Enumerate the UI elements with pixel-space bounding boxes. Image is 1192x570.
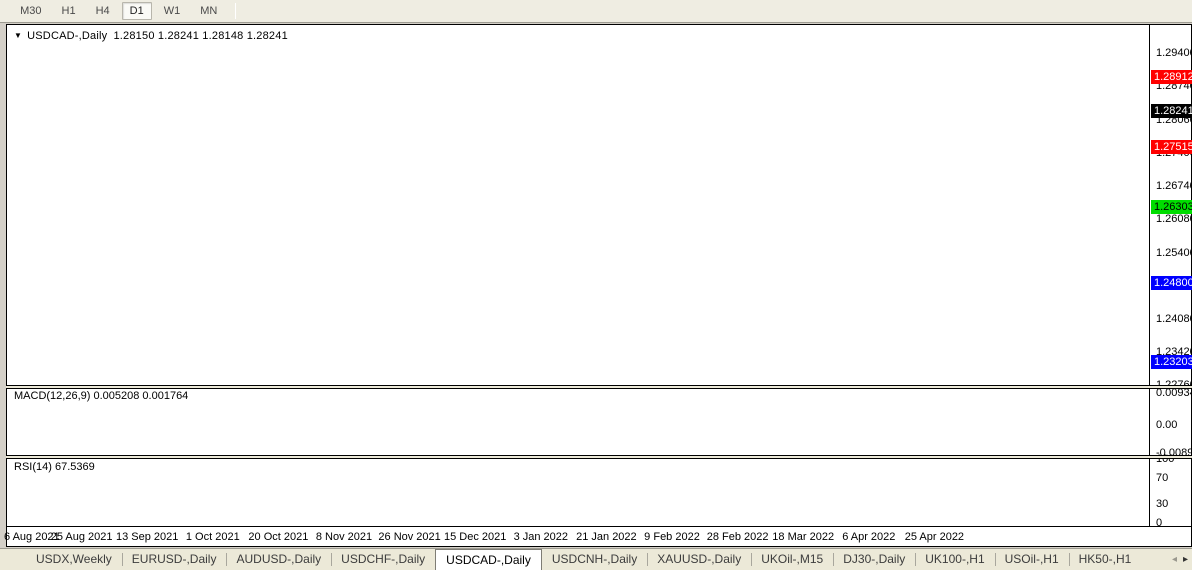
current-price-badge: 1.28241 bbox=[1151, 103, 1192, 118]
date-tick-label: 8 Nov 2021 bbox=[315, 531, 373, 543]
timeframe-button-w1[interactable]: W1 bbox=[156, 2, 189, 20]
chart-tab-usoil-h1[interactable]: USOil-,H1 bbox=[994, 549, 1069, 570]
toolbar-separator bbox=[235, 3, 237, 19]
date-tick-label: 1 Oct 2021 bbox=[185, 531, 240, 543]
level-price-badge: 1.27515 bbox=[1151, 139, 1192, 154]
macd-tick-label: 0.00 bbox=[1156, 419, 1178, 431]
rsi-value: 67.5369 bbox=[54, 461, 95, 473]
tab-scroll-buttons: ◂ ▸ bbox=[1172, 549, 1188, 570]
date-tick-label: 25 Apr 2022 bbox=[904, 531, 965, 543]
date-tick-label: 21 Jan 2022 bbox=[576, 531, 637, 543]
price-axis-border bbox=[1149, 24, 1150, 527]
rsi-pane-splitter[interactable] bbox=[6, 455, 1192, 459]
level-price-badge: 1.28912 bbox=[1151, 70, 1192, 84]
date-tick-label: 13 Sep 2021 bbox=[115, 531, 179, 543]
chart-tab-bar: USDX,Weekly EURUSD-,Daily AUDUSD-,Daily USD… bbox=[0, 548, 1192, 570]
date-tick-label: 9 Feb 2022 bbox=[644, 531, 700, 543]
date-tick-label: 28 Feb 2022 bbox=[706, 531, 769, 543]
timeframe-button-5[interactable]: 5 bbox=[0, 2, 8, 20]
terminal-window: 5M30 H1H4D1W1MN ▼ USDCAD-,Daily 1.28150 1.… bbox=[0, 0, 1192, 570]
chart-tab-dj30-daily[interactable]: DJ30-,Daily bbox=[833, 549, 915, 570]
chart-tab-usdchf-daily[interactable]: USDCHF-,Daily bbox=[331, 549, 435, 570]
date-tick-label: 18 Mar 2022 bbox=[772, 531, 835, 543]
timeframe-toolbar: 5M30 H1H4D1W1MN bbox=[0, 0, 1192, 23]
date-axis-separator bbox=[6, 526, 1192, 527]
date-tick-label: 15 Dec 2021 bbox=[443, 531, 507, 543]
rsi-name: RSI(14) bbox=[14, 461, 52, 473]
timeframe-button-m30[interactable]: M30 bbox=[12, 2, 49, 20]
macd-values: 0.005208 0.001764 bbox=[93, 390, 189, 402]
rsi-tick-label: 30 bbox=[1156, 497, 1169, 510]
timeframe-button-h1[interactable]: H1 bbox=[54, 2, 84, 20]
chart-tab-usdx-weekly[interactable]: USDX,Weekly bbox=[26, 549, 122, 570]
date-tick-label: 3 Jan 2022 bbox=[513, 531, 569, 543]
macd-name: MACD(12,26,9) bbox=[14, 390, 91, 402]
timeframe-button-d1[interactable]: D1 bbox=[121, 2, 152, 20]
chart-tab-usdcad-daily[interactable]: USDCAD-,Daily bbox=[435, 549, 542, 570]
chart-tab-ukoil-m15[interactable]: UKOil-,M15 bbox=[751, 549, 833, 570]
level-price-badge: 1.23203 bbox=[1151, 355, 1192, 370]
timeframe-button-mn[interactable]: MN bbox=[192, 2, 225, 20]
chart-tab-hk50-h1[interactable]: HK50-,H1 bbox=[1068, 549, 1142, 570]
macd-indicator-label: MACD(12,26,9) 0.005208 0.001764 bbox=[14, 390, 188, 402]
rsi-tick-label: 0 bbox=[1156, 517, 1163, 530]
chart-tab-uk100-h1[interactable]: UK100-,H1 bbox=[915, 549, 994, 570]
date-tick-label: 26 Nov 2021 bbox=[378, 531, 441, 543]
rsi-indicator-label: RSI(14) 67.5369 bbox=[14, 461, 95, 473]
chart-tab-xauusd-daily[interactable]: XAUUSD-,Daily bbox=[647, 549, 751, 570]
chart-window bbox=[6, 24, 1192, 547]
date-tick-label: 6 Apr 2022 bbox=[842, 531, 896, 543]
price-tick-label: 1.26740 bbox=[1156, 179, 1192, 192]
chart-tab-audusd-daily[interactable]: AUDUSD-,Daily bbox=[226, 549, 331, 570]
symbol-dropdown-icon[interactable]: ▼ bbox=[14, 31, 22, 40]
tab-bar-spacer bbox=[0, 549, 26, 570]
tab-scroll-left-icon[interactable]: ◂ bbox=[1172, 554, 1177, 565]
date-tick-label: 25 Aug 2021 bbox=[50, 531, 113, 543]
price-tick-label: 1.25400 bbox=[1156, 246, 1192, 259]
level-price-badge: 1.26303 bbox=[1151, 200, 1192, 215]
timeframe-button-h4[interactable]: H4 bbox=[88, 2, 118, 20]
macd-pane-splitter[interactable] bbox=[6, 385, 1192, 389]
price-tick-label: 1.24080 bbox=[1156, 312, 1192, 325]
chart-ohlc-values: 1.28150 1.28241 1.28148 1.28241 bbox=[113, 30, 288, 42]
level-price-badge: 1.24800 bbox=[1151, 275, 1192, 290]
price-tick-label: 1.29400 bbox=[1156, 46, 1192, 59]
chart-tab-usdcnh-daily[interactable]: USDCNH-,Daily bbox=[542, 549, 647, 570]
date-tick-label: 20 Oct 2021 bbox=[248, 531, 309, 543]
chart-symbol-period-label: USDCAD-,Daily bbox=[27, 30, 108, 42]
chart-tab-eurusd-daily[interactable]: EURUSD-,Daily bbox=[121, 549, 227, 570]
tab-scroll-right-icon[interactable]: ▸ bbox=[1183, 554, 1188, 565]
chart-title: ▼ USDCAD-,Daily 1.28150 1.28241 1.28148 1… bbox=[14, 30, 288, 42]
rsi-tick-label: 70 bbox=[1156, 472, 1169, 484]
